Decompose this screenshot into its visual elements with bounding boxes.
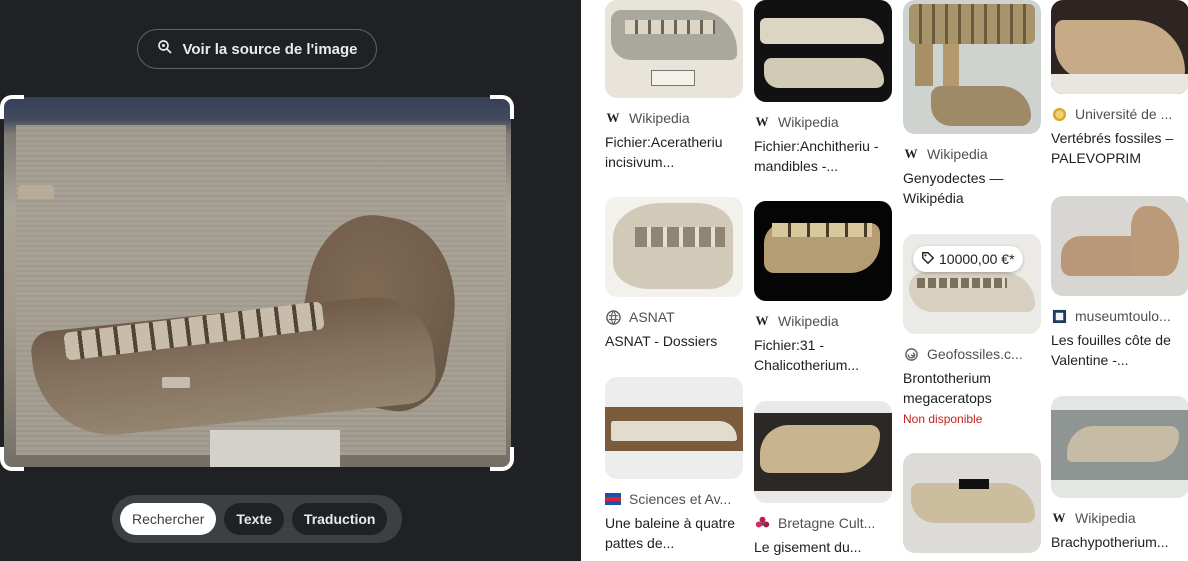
price-label: 10000,00 €* <box>939 251 1015 267</box>
result-thumbnail[interactable]: 10000,00 €* <box>903 234 1041 334</box>
result-title[interactable]: Fichier:Anchitheriu - mandibles -... <box>754 136 892 176</box>
wikipedia-icon: W <box>755 313 769 328</box>
mode-translate-button[interactable]: Traduction <box>291 503 388 535</box>
result-card[interactable]: museumtoulo... Les fouilles côte de Vale… <box>1051 196 1188 370</box>
result-source: ASNAT <box>629 309 675 325</box>
result-card[interactable]: Bretagne Cult... Le gisement du... <box>754 401 892 557</box>
mode-search-button[interactable]: Rechercher <box>120 503 217 535</box>
result-card[interactable]: Sciences et Av... Une baleine à quatre p… <box>605 377 743 553</box>
result-thumbnail[interactable] <box>754 401 892 503</box>
result-thumbnail[interactable] <box>1051 0 1188 94</box>
crop-handle-bottom-right[interactable] <box>490 447 514 471</box>
image-viewer-panel: Voir la source de l'image Rechercher Tex… <box>0 0 581 561</box>
visual-matches-grid: W Wikipedia Fichier:Aceratheriu incisivu… <box>581 0 1188 561</box>
result-source: Université de ... <box>1075 106 1173 122</box>
result-thumbnail[interactable] <box>754 201 892 301</box>
result-title[interactable]: Une baleine à quatre pattes de... <box>605 513 743 553</box>
wikipedia-icon: W <box>904 146 918 161</box>
result-thumbnail[interactable] <box>605 0 743 98</box>
result-title[interactable]: Brontotherium megaceratops <box>903 368 1041 408</box>
result-thumbnail[interactable] <box>903 453 1041 553</box>
result-card[interactable] <box>903 453 1041 553</box>
result-title[interactable]: Le gisement du... <box>754 537 892 557</box>
result-source: museumtoulo... <box>1075 308 1171 324</box>
result-card[interactable]: W Wikipedia Genyodectes — Wikipédia <box>903 0 1041 208</box>
wikipedia-icon: W <box>755 114 769 129</box>
result-card[interactable]: W Wikipedia Fichier:Aceratheriu incisivu… <box>605 0 743 172</box>
result-card[interactable]: W Wikipedia Fichier:31 - Chalicotherium.… <box>754 201 892 375</box>
mode-selector: Rechercher Texte Traduction <box>112 495 402 543</box>
result-thumbnail[interactable] <box>1051 396 1188 498</box>
view-image-source-label: Voir la source de l'image <box>182 40 358 58</box>
result-title[interactable]: Vertébrés fossiles – PALEVOPRIM <box>1051 128 1188 168</box>
result-source: Wikipedia <box>778 313 839 329</box>
result-source: Wikipedia <box>1075 510 1136 526</box>
result-title[interactable]: Les fouilles côte de Valentine -... <box>1051 330 1188 370</box>
result-title[interactable]: Fichier:Aceratheriu incisivum... <box>605 132 743 172</box>
result-card[interactable]: W Wikipedia Fichier:Anchitheriu - mandib… <box>754 0 892 176</box>
result-title[interactable]: ASNAT - Dossiers <box>605 331 743 351</box>
flag-icon <box>605 491 621 507</box>
result-card[interactable]: ASNAT ASNAT - Dossiers <box>605 197 743 351</box>
result-title[interactable]: Fichier:31 - Chalicotherium... <box>754 335 892 375</box>
result-source: Wikipedia <box>778 114 839 130</box>
result-card[interactable]: W Wikipedia Brachypotherium... <box>1051 396 1188 552</box>
availability-status: Non disponible <box>903 412 983 426</box>
flower-icon <box>754 515 770 531</box>
result-thumbnail[interactable] <box>903 0 1041 134</box>
globe-icon <box>605 309 621 325</box>
result-card[interactable]: Université de ... Vertébrés fossiles – P… <box>1051 0 1188 168</box>
result-source: Sciences et Av... <box>629 491 732 507</box>
result-card[interactable]: 10000,00 €* Geofossiles.c... Brontotheri… <box>903 234 1041 426</box>
wikipedia-icon: W <box>1052 510 1066 525</box>
wikipedia-icon: W <box>606 110 620 125</box>
mode-text-button[interactable]: Texte <box>224 503 284 535</box>
result-title[interactable]: Brachypotherium... <box>1051 532 1188 552</box>
crop-handle-bottom-left[interactable] <box>0 447 24 471</box>
result-thumbnail[interactable] <box>605 197 743 297</box>
result-thumbnail[interactable] <box>1051 196 1188 296</box>
result-source: Wikipedia <box>629 110 690 126</box>
result-thumbnail[interactable] <box>754 0 892 102</box>
visual-search-icon <box>156 38 174 60</box>
result-source: Bretagne Cult... <box>778 515 876 531</box>
price-tag-icon <box>921 251 935 268</box>
ammonite-icon <box>903 346 919 362</box>
result-source: Geofossiles.c... <box>927 346 1023 362</box>
view-image-source-button[interactable]: Voir la source de l'image <box>137 29 377 69</box>
crop-selection-box[interactable] <box>0 95 514 471</box>
result-title[interactable]: Genyodectes — Wikipédia <box>903 168 1041 208</box>
university-icon <box>1051 106 1067 122</box>
crop-handle-top-left[interactable] <box>0 95 24 119</box>
result-thumbnail[interactable] <box>605 377 743 479</box>
result-source: Wikipedia <box>927 146 988 162</box>
price-chip: 10000,00 €* <box>913 246 1023 272</box>
fossil-jaw-photo <box>4 97 511 467</box>
crop-handle-top-right[interactable] <box>490 95 514 119</box>
museum-icon <box>1051 308 1067 324</box>
